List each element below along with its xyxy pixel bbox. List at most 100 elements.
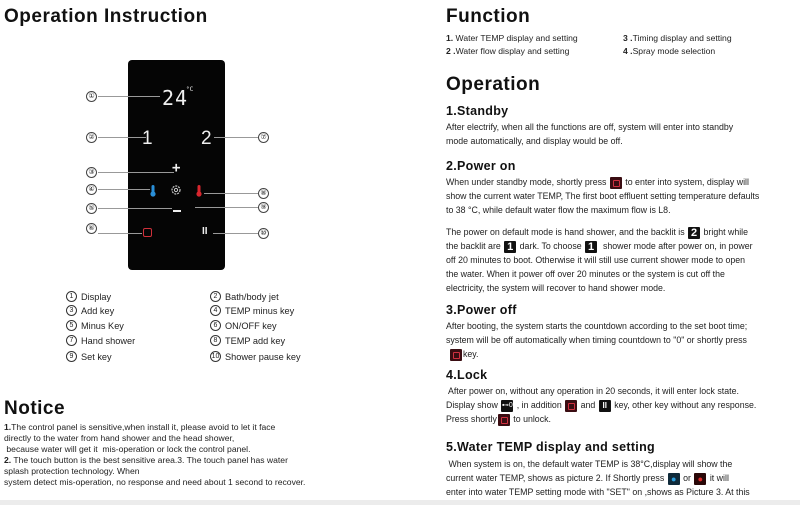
legend-number: 4 xyxy=(210,305,221,316)
legend-number: 6 xyxy=(210,320,221,331)
leader-line-5 xyxy=(98,208,172,209)
legend-label: ON/OFF key xyxy=(225,320,277,331)
temp-add-key-hot-icon xyxy=(196,184,202,197)
mode-2-icon: 2 xyxy=(688,226,701,239)
legend-item: 3 Add key xyxy=(66,305,114,316)
power-on-line: The power on default mode is hand shower… xyxy=(446,225,800,239)
bottom-divider xyxy=(0,500,800,505)
operation-instruction-title: Operation Instruction xyxy=(4,6,208,27)
lock-heading: 4.Lock xyxy=(446,368,488,382)
leader-line-7 xyxy=(214,137,258,138)
text: current water TEMP, shows as picture 2. … xyxy=(446,473,667,483)
legend-item: 5 Minus Key xyxy=(66,320,124,331)
text: The power on default mode is hand shower… xyxy=(446,227,688,237)
callout-3: ③ xyxy=(86,167,97,178)
leader-line-9 xyxy=(195,207,258,208)
set-key-gear-icon xyxy=(170,183,182,195)
callout-9: ⑨ xyxy=(258,202,269,213)
notice-text: splash protection technology. When xyxy=(4,466,140,476)
function-item: 3 .Timing display and setting xyxy=(623,32,732,45)
text: the backlit are xyxy=(446,241,504,251)
bath-body-jet-key: 1 xyxy=(142,128,153,149)
callout-5: ⑤ xyxy=(86,203,97,214)
power-on-text: When under standby mode, shortly press t… xyxy=(446,175,800,295)
lock-text: After power on, without any operation in… xyxy=(446,384,800,426)
legend-number: 9 xyxy=(66,351,77,362)
standby-line: mode automatically, and display would be… xyxy=(446,136,623,146)
callout-4: ④ xyxy=(86,184,97,195)
text: it will xyxy=(707,473,729,483)
legend-item: 7 Hand shower xyxy=(66,335,135,346)
legend-number: 3 xyxy=(66,305,77,316)
leader-line-10 xyxy=(213,233,258,234)
power-on-line: to 38 °C, while default water flow the m… xyxy=(446,205,671,215)
notice-title: Notice xyxy=(4,398,66,419)
power-off-text: After booting, the system starts the cou… xyxy=(446,319,800,361)
power-off-line: system will be off automatically when ti… xyxy=(446,335,747,345)
function-item: 4 .Spray mode selection xyxy=(623,45,715,58)
text: and xyxy=(578,400,598,410)
shower-pause-key: II xyxy=(202,226,208,237)
function-text: Water TEMP display and setting xyxy=(453,33,578,43)
legend-label: TEMP add key xyxy=(225,335,286,346)
lock-line: Press shortly to unlock. xyxy=(446,412,800,426)
lock-line: After power on, without any operation in… xyxy=(446,386,739,396)
legend-label: Set key xyxy=(81,351,112,362)
legend-number: 7 xyxy=(66,335,77,346)
leader-line-2 xyxy=(98,137,146,138)
operation-title: Operation xyxy=(446,74,541,95)
callout-6: ⑥ xyxy=(86,223,97,234)
mode-1-icon: 1 xyxy=(585,240,598,253)
notice-line: because water will get it mis-operation … xyxy=(4,444,384,455)
notice-text: The touch button is the best sensitive a… xyxy=(11,455,288,465)
legend-label: TEMP minus key xyxy=(225,305,295,316)
function-number: 4 . xyxy=(623,46,633,56)
legend-label: Bath/body jet xyxy=(225,291,279,302)
power-on-line: When under standby mode, shortly press t… xyxy=(446,175,800,189)
power-on-line: off 20 minutes to boot. Otherwise it wil… xyxy=(446,255,746,265)
legend-item: 9 Set key xyxy=(66,351,112,362)
notice-text: The control panel is sensitive,when inst… xyxy=(11,422,276,432)
leader-line-6 xyxy=(98,233,142,234)
text: shower mode after power on, in power xyxy=(598,241,753,251)
text: When under standby mode, shortly press xyxy=(446,177,609,187)
add-key: + xyxy=(172,160,181,176)
legend-number: 1 xyxy=(66,291,77,302)
function-number: 3 . xyxy=(623,33,633,43)
legend-number: 8 xyxy=(210,335,221,346)
text: bright while xyxy=(701,227,749,237)
notice-text: because water will get it mis-operation … xyxy=(4,444,251,454)
water-temp-line: enter into water TEMP setting mode with … xyxy=(446,487,750,497)
mode-1-icon: 1 xyxy=(504,240,517,253)
text: or xyxy=(680,473,694,483)
callout-10: ⑩ xyxy=(258,228,269,239)
function-text: Water flow display and setting xyxy=(455,46,570,56)
text: Display show xyxy=(446,400,501,410)
text: , in addition xyxy=(514,400,565,410)
function-text: Spray mode selection xyxy=(632,46,716,56)
callout-7: ⑦ xyxy=(258,132,269,143)
callout-8: ⑧ xyxy=(258,188,269,199)
function-number: 2 . xyxy=(446,46,456,56)
legend-item: 4 TEMP minus key xyxy=(210,305,294,316)
legend-label: Add key xyxy=(81,305,115,316)
legend-item: 2 Bath/body jet xyxy=(210,291,279,302)
text: key, other key without any response. xyxy=(611,400,757,410)
leader-line-1 xyxy=(98,96,160,97)
legend-number: 2 xyxy=(210,291,221,302)
lock-line: Display show ⊷0 , in addition and II key… xyxy=(446,398,800,412)
text: to unlock. xyxy=(510,414,551,424)
notice-line: system detect mis-operation, no response… xyxy=(4,477,384,488)
power-on-heading: 2.Power on xyxy=(446,159,516,173)
lock-icon: ⊷0 xyxy=(501,399,514,412)
water-temp-heading: 5.Water TEMP display and setting xyxy=(446,440,655,454)
function-text: Timing display and setting xyxy=(632,33,732,43)
hot-thermometer-icon: ● xyxy=(694,472,707,485)
function-item: 2 .Water flow display and setting xyxy=(446,45,569,58)
control-panel-diagram: 24 °C 1 2 + II xyxy=(128,60,225,270)
power-key-icon xyxy=(609,176,622,189)
power-off-line: key. xyxy=(446,347,800,361)
temperature-unit: °C xyxy=(186,86,194,93)
temp-minus-key-cold-icon xyxy=(150,184,156,197)
